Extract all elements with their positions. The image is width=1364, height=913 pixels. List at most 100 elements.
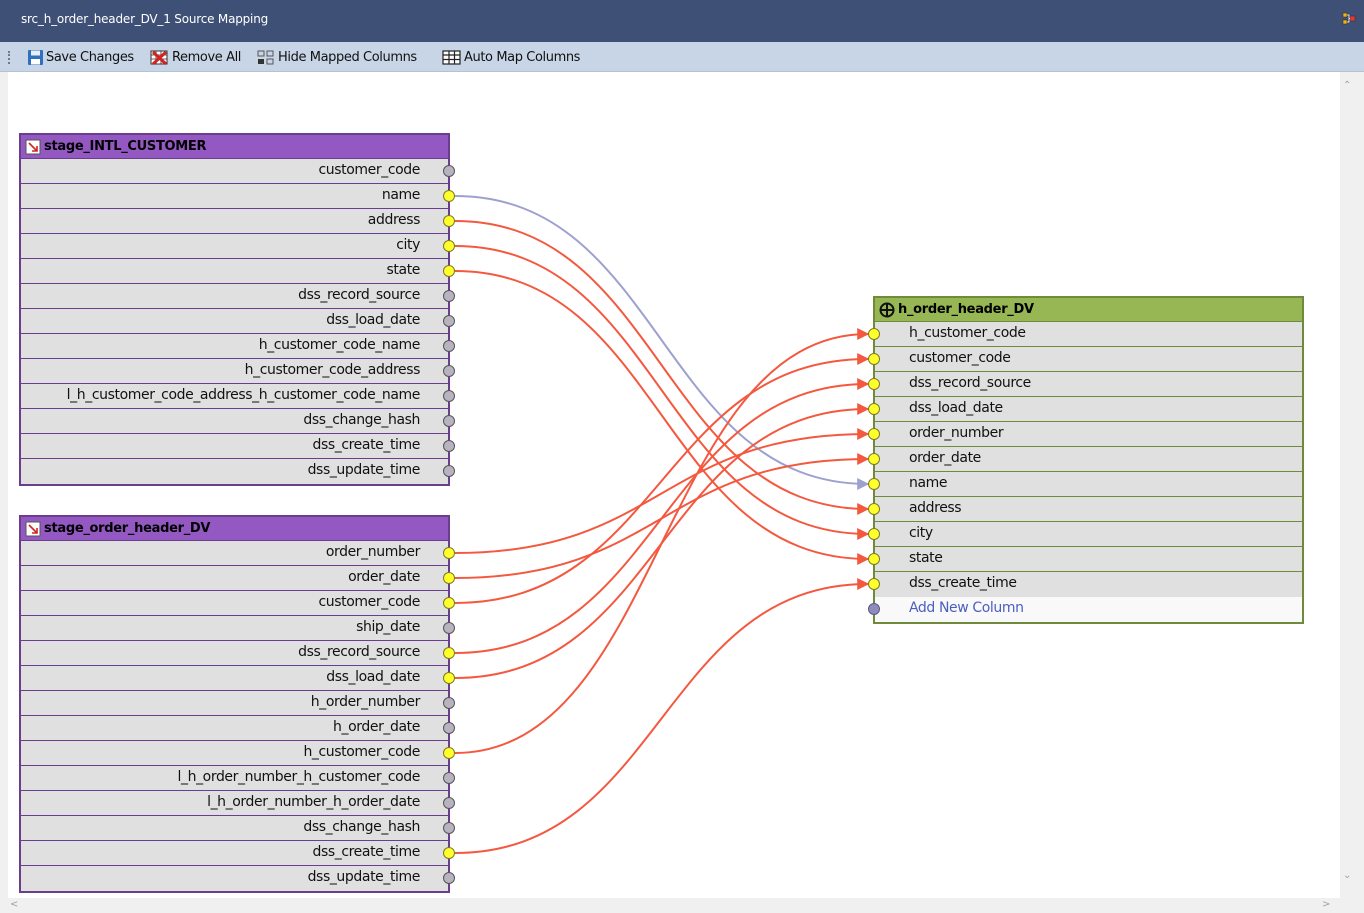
column-port[interactable] (443, 290, 455, 302)
source-table[interactable]: stage_order_header_DV order_number order_… (19, 515, 455, 893)
column-row[interactable]: city (21, 234, 455, 259)
column-port[interactable] (443, 622, 455, 634)
column-port[interactable] (443, 315, 455, 327)
column-port[interactable] (443, 822, 455, 834)
column-port[interactable] (868, 528, 880, 540)
column-port[interactable] (443, 597, 455, 609)
remove-all-button[interactable]: Remove All (150, 48, 241, 66)
column-port[interactable] (443, 165, 455, 177)
column-port[interactable] (443, 572, 455, 584)
column-row[interactable]: dss_load_date (21, 666, 455, 691)
mapping-link[interactable] (454, 245, 870, 540)
column-row[interactable]: l_h_order_number_h_order_date (21, 791, 455, 816)
column-row[interactable]: l_h_customer_code_address_h_customer_cod… (21, 384, 455, 409)
column-port[interactable] (443, 797, 455, 809)
mapping-link[interactable] (454, 428, 870, 554)
column-row[interactable]: dss_record_source (21, 284, 455, 309)
scroll-left-icon[interactable]: < (10, 899, 18, 910)
column-row[interactable]: ship_date (21, 616, 455, 641)
toolbar-grip[interactable] (8, 51, 13, 64)
column-port[interactable] (443, 415, 455, 427)
mapping-link[interactable] (454, 220, 870, 515)
column-port[interactable] (868, 478, 880, 490)
column-row[interactable]: customer_code (21, 591, 455, 616)
mapping-link[interactable] (454, 195, 870, 490)
column-port[interactable] (868, 428, 880, 440)
column-port[interactable] (443, 547, 455, 559)
horizontal-scrollbar[interactable]: < > (8, 898, 1340, 913)
column-port[interactable] (868, 503, 880, 515)
save-changes-button[interactable]: Save Changes (27, 48, 134, 66)
vertical-scrollbar[interactable]: ⌃ ⌄ (1340, 72, 1356, 898)
column-row[interactable]: state (21, 259, 455, 284)
column-row[interactable]: order_number (21, 541, 455, 566)
column-port[interactable] (443, 872, 455, 884)
column-row[interactable]: customer_code (868, 347, 1302, 372)
column-row[interactable]: dss_create_time (21, 841, 455, 866)
column-row[interactable]: name (868, 472, 1302, 497)
column-row[interactable]: h_customer_code_name (21, 334, 455, 359)
column-row[interactable]: state (868, 547, 1302, 572)
column-port[interactable] (443, 722, 455, 734)
column-port[interactable] (443, 365, 455, 377)
column-row[interactable]: h_order_date (21, 716, 455, 741)
column-row[interactable]: dss_create_time (21, 434, 455, 459)
column-row[interactable]: dss_create_time (868, 572, 1302, 597)
column-row[interactable]: address (21, 209, 455, 234)
column-row[interactable]: h_order_number (21, 691, 455, 716)
mapping-link[interactable] (454, 378, 870, 654)
column-row[interactable]: customer_code (21, 159, 455, 184)
column-port[interactable] (443, 747, 455, 759)
column-port[interactable] (443, 215, 455, 227)
column-row[interactable]: dss_record_source (868, 372, 1302, 397)
hide-mapped-columns-button[interactable]: Hide Mapped Columns (256, 48, 417, 66)
target-table[interactable]: h_order_header_DV h_customer_code custome… (868, 296, 1304, 624)
column-port[interactable] (868, 353, 880, 365)
column-port[interactable] (868, 378, 880, 390)
column-row[interactable]: dss_record_source (21, 641, 455, 666)
column-row[interactable]: order_date (868, 447, 1302, 472)
scroll-right-icon[interactable]: > (1322, 899, 1330, 910)
column-row[interactable]: dss_change_hash (21, 816, 455, 841)
column-port[interactable] (868, 553, 880, 565)
column-row[interactable]: dss_update_time (21, 866, 455, 891)
column-port[interactable] (868, 328, 880, 340)
column-port[interactable] (868, 603, 880, 615)
column-row[interactable]: l_h_order_number_h_customer_code (21, 766, 455, 791)
column-port[interactable] (868, 403, 880, 415)
column-port[interactable] (443, 465, 455, 477)
scroll-down-icon[interactable]: ⌄ (1343, 870, 1351, 881)
mapping-link[interactable] (454, 353, 870, 604)
column-port[interactable] (443, 772, 455, 784)
column-port[interactable] (443, 390, 455, 402)
mapping-canvas[interactable]: stage_INTL_CUSTOMER customer_code name add… (8, 72, 1340, 898)
add-new-column-row[interactable]: Add New Column (868, 597, 1302, 622)
column-port[interactable] (443, 847, 455, 859)
column-row[interactable]: address (868, 497, 1302, 522)
column-row[interactable]: dss_update_time (21, 459, 455, 484)
column-port[interactable] (443, 672, 455, 684)
column-port[interactable] (443, 265, 455, 277)
column-port[interactable] (443, 190, 455, 202)
column-row[interactable]: name (21, 184, 455, 209)
column-port[interactable] (868, 453, 880, 465)
auto-map-columns-button[interactable]: Auto Map Columns (442, 48, 580, 66)
mapping-link[interactable] (454, 328, 870, 754)
column-row[interactable]: dss_change_hash (21, 409, 455, 434)
column-port[interactable] (443, 697, 455, 709)
source-table[interactable]: stage_INTL_CUSTOMER customer_code name add… (19, 133, 455, 486)
column-row[interactable]: h_customer_code_address (21, 359, 455, 384)
diagram-icon[interactable] (1342, 12, 1356, 26)
mapping-link[interactable] (454, 578, 870, 854)
mapping-link[interactable] (454, 270, 870, 565)
column-row[interactable]: h_customer_code (868, 322, 1302, 347)
source-table-header[interactable]: stage_INTL_CUSTOMER (21, 135, 448, 159)
column-port[interactable] (443, 440, 455, 452)
column-port[interactable] (443, 340, 455, 352)
column-row[interactable]: dss_load_date (21, 309, 455, 334)
column-row[interactable]: dss_load_date (868, 397, 1302, 422)
source-table-header[interactable]: stage_order_header_DV (21, 517, 448, 541)
scroll-up-icon[interactable]: ⌃ (1343, 80, 1351, 91)
column-row[interactable]: order_date (21, 566, 455, 591)
target-table-header[interactable]: h_order_header_DV (875, 298, 1302, 322)
